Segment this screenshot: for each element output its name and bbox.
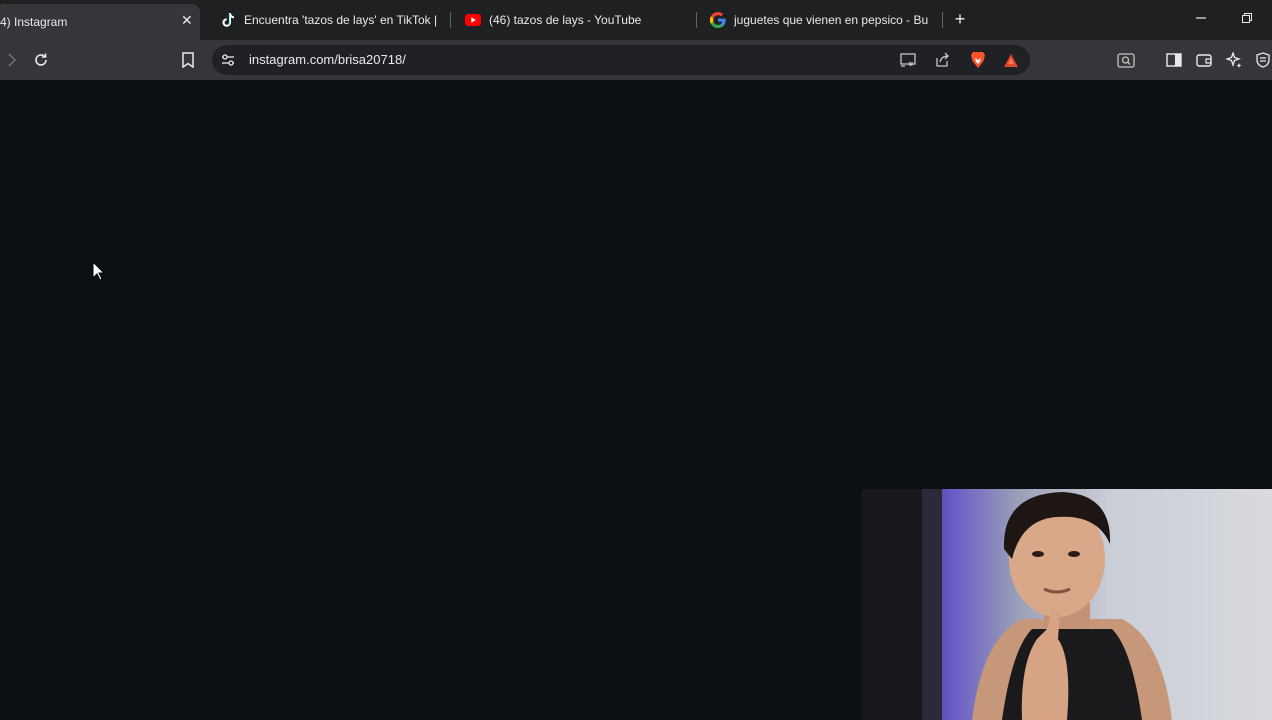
- tab-strip: (4) Instagram ✕ Encuentra 'tazos de lays…: [0, 0, 1272, 40]
- tab-separator: [696, 12, 697, 28]
- tab-tiktok[interactable]: Encuentra 'tazos de lays' en TikTok | E: [220, 4, 438, 36]
- restore-icon[interactable]: [1237, 10, 1257, 26]
- close-tab-icon[interactable]: ✕: [181, 12, 193, 29]
- tab-youtube[interactable]: (46) tazos de lays - YouTube: [465, 4, 685, 36]
- address-bar[interactable]: instagram.com/brisa20718/: [212, 45, 1030, 75]
- webcam-overlay: [862, 489, 1272, 720]
- reload-icon[interactable]: [31, 50, 51, 70]
- minimize-icon[interactable]: [1191, 10, 1211, 26]
- tab-instagram[interactable]: (4) Instagram: [0, 4, 200, 40]
- tab-google[interactable]: juguetes que vienen en pepsico - Bu: [710, 4, 930, 36]
- chevron-right-icon[interactable]: [2, 50, 22, 70]
- tab-title: (46) tazos de lays - YouTube: [489, 13, 642, 27]
- tab-title: (4) Instagram: [0, 15, 68, 29]
- google-icon: [710, 12, 726, 28]
- tiktok-icon: [220, 12, 236, 28]
- leo-ai-icon[interactable]: [1224, 50, 1244, 70]
- tab-separator: [942, 12, 943, 28]
- tab-title: Encuentra 'tazos de lays' en TikTok | E: [244, 13, 438, 27]
- extension-icon[interactable]: [1116, 50, 1136, 70]
- tab-title: juguetes que vienen en pepsico - Bu: [734, 13, 929, 27]
- site-settings-icon[interactable]: [218, 50, 238, 70]
- share-icon[interactable]: [932, 50, 952, 70]
- sidebar-icon[interactable]: [1164, 50, 1184, 70]
- bookmark-icon[interactable]: [178, 50, 198, 70]
- youtube-icon: [465, 12, 481, 28]
- browser-toolbar: instagram.com/brisa20718/: [0, 40, 1272, 80]
- brave-lion-icon[interactable]: [968, 50, 988, 70]
- cast-icon[interactable]: [898, 50, 918, 70]
- url-text[interactable]: instagram.com/brisa20718/: [249, 52, 406, 67]
- brave-rewards-triangle-icon[interactable]: [1001, 50, 1021, 70]
- new-tab-button[interactable]: +: [950, 9, 970, 30]
- wallet-icon[interactable]: [1194, 50, 1214, 70]
- mouse-cursor-icon: [92, 260, 106, 286]
- tab-separator: [450, 12, 451, 28]
- vpn-shield-icon[interactable]: [1253, 50, 1272, 70]
- webcam-feed-image: [862, 489, 1172, 720]
